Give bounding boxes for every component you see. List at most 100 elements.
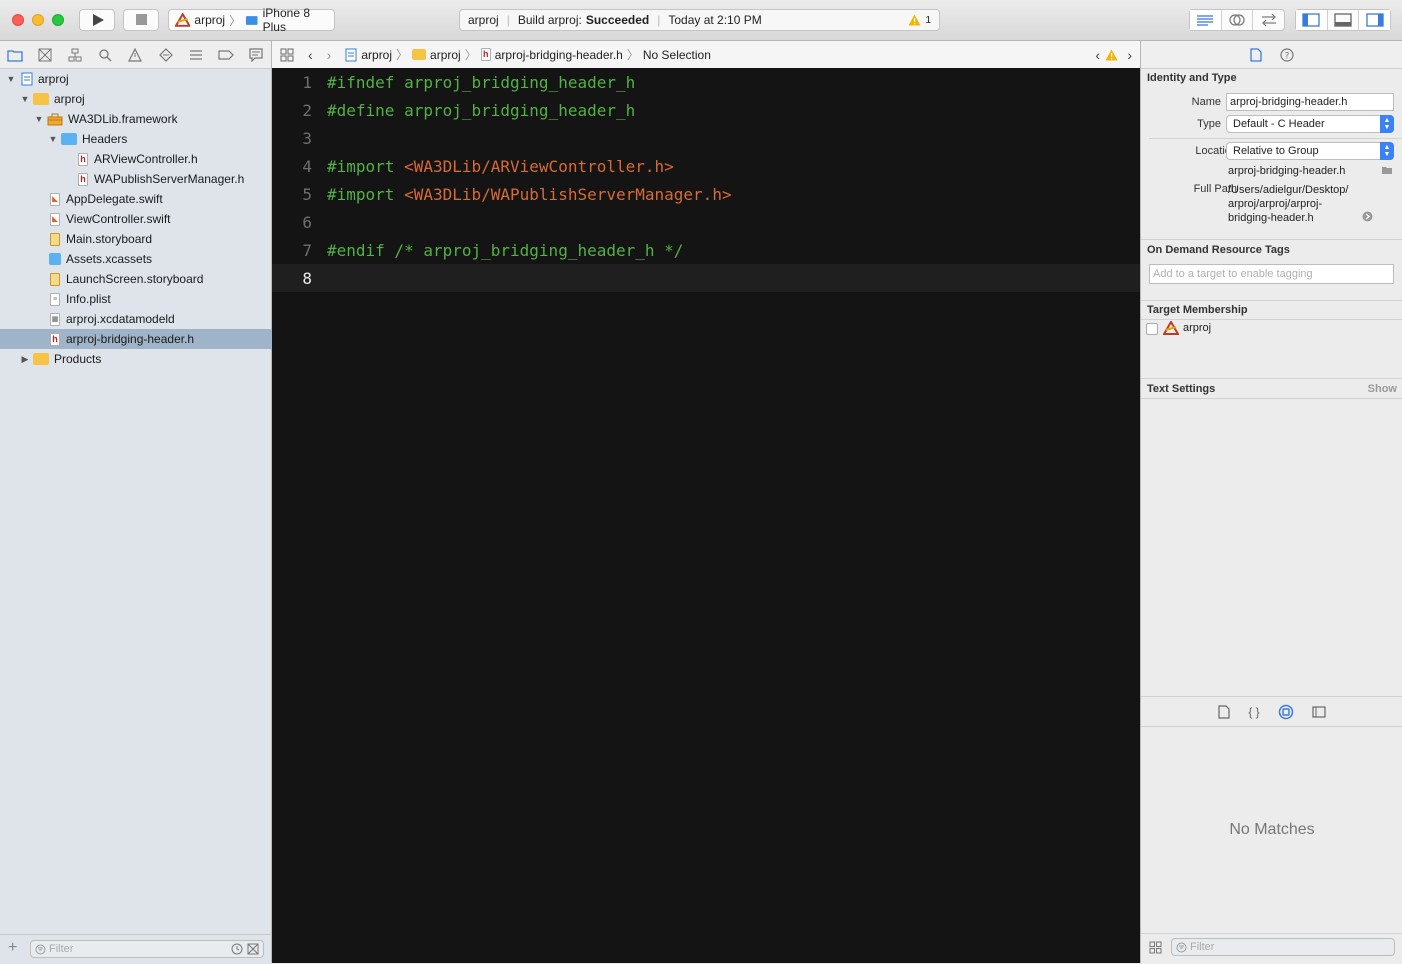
activity-build-status: Succeeded xyxy=(585,13,650,27)
code-line[interactable]: 7 #endif /* arproj_bridging_header_h */ xyxy=(272,236,1140,264)
target-arproj-checkbox[interactable] xyxy=(1146,323,1158,335)
tree-item-products[interactable]: ▶ Products xyxy=(0,349,291,369)
close-window-button[interactable] xyxy=(12,14,24,26)
standard-editor-button[interactable] xyxy=(1190,10,1222,30)
media-library-icon[interactable] xyxy=(1312,705,1326,718)
breadcrumb-file[interactable]: arproj-bridging-header.h xyxy=(495,48,623,62)
text-settings-show-button[interactable]: Show xyxy=(1368,383,1397,395)
next-issue-icon[interactable]: › xyxy=(1127,47,1132,63)
code-line[interactable]: 3 xyxy=(272,124,1140,152)
location-popup[interactable]: Relative to Group ▲ ▼ xyxy=(1226,142,1394,160)
version-editor-button[interactable] xyxy=(1253,10,1284,30)
line-number: 6 xyxy=(302,212,312,232)
scheme-selector[interactable]: arproj 〉 iPhone 8 Plus xyxy=(168,6,335,34)
help-circle-icon[interactable]: ? xyxy=(1280,47,1294,62)
related-items-grid-icon[interactable] xyxy=(280,48,294,62)
library-filter-input[interactable]: Filter xyxy=(1171,938,1395,956)
line-number: 2 xyxy=(302,100,312,120)
project-file-icon xyxy=(345,48,357,61)
folder-reveal-icon[interactable] xyxy=(1381,165,1393,175)
activity-project: arproj xyxy=(468,13,499,27)
issue-navigator-tab[interactable] xyxy=(126,46,144,64)
code-string: <WA3DLib/ARViewController.h> xyxy=(404,156,674,176)
symbol-navigator-tab[interactable] xyxy=(66,46,84,64)
storyboard-file-icon xyxy=(48,232,62,246)
type-value: Default - C Header xyxy=(1233,118,1325,130)
code-line[interactable]: 4 #import <WA3DLib/ARViewController.h> xyxy=(272,152,1140,180)
warning-icon[interactable] xyxy=(1105,49,1118,61)
minimize-window-button[interactable] xyxy=(32,14,44,26)
tree-item-group-arproj[interactable]: ▼ arproj xyxy=(0,89,291,109)
tree-item-project-root[interactable]: ▼ arproj xyxy=(0,69,277,89)
report-navigator-tab[interactable] xyxy=(247,46,265,64)
code-line[interactable]: 1 #ifndef arproj_bridging_header_h xyxy=(272,68,1140,96)
breakpoint-navigator-tab[interactable] xyxy=(217,46,235,64)
file-inspector-icon[interactable] xyxy=(1250,47,1262,62)
tree-item-label: ARViewController.h xyxy=(94,152,198,166)
test-navigator-tab[interactable] xyxy=(157,46,175,64)
grid-view-icon[interactable] xyxy=(1149,941,1162,954)
code-line[interactable]: 6 xyxy=(272,208,1140,236)
tree-item-label: WAPublishServerManager.h xyxy=(94,172,245,186)
folder-icon xyxy=(7,49,23,62)
search-icon xyxy=(99,48,112,61)
tree-item-label: Headers xyxy=(82,132,128,146)
toggle-navigator-button[interactable] xyxy=(1296,10,1328,30)
code-line[interactable]: 2 #define arproj_bridging_header_h xyxy=(272,96,1140,124)
forward-chevron-icon[interactable]: › xyxy=(327,47,332,63)
source-editor[interactable]: 1 #ifndef arproj_bridging_header_h 2 #defi… xyxy=(272,68,1140,963)
stop-button[interactable] xyxy=(123,9,159,31)
toggle-inspector-button[interactable] xyxy=(1359,10,1391,30)
activity-build-prefix: Build arproj: xyxy=(517,13,582,27)
source-control-navigator-tab[interactable] xyxy=(36,46,54,64)
breadcrumb-group[interactable]: arproj xyxy=(430,48,461,62)
disclosure-closed-icon[interactable]: ▶ xyxy=(20,354,30,365)
run-button[interactable] xyxy=(79,9,115,31)
name-field[interactable]: arproj-bridging-header.h xyxy=(1226,93,1394,111)
debug-navigator-tab[interactable] xyxy=(187,46,205,64)
object-library-icon[interactable] xyxy=(1278,704,1294,720)
code-keyword: #endif /* arproj_bridging_header_h */ xyxy=(327,240,684,260)
disclosure-open-icon[interactable]: ▼ xyxy=(20,94,30,104)
zoom-window-button[interactable] xyxy=(52,14,64,26)
breadcrumb-selection[interactable]: No Selection xyxy=(643,48,711,62)
header-file-icon: h xyxy=(76,152,90,166)
line-number: 7 xyxy=(302,240,312,260)
utilities-inspector: ? Identity and Type Name arproj-bridging… xyxy=(1140,41,1402,963)
add-file-icon[interactable]: + xyxy=(8,940,17,956)
disclosure-open-icon[interactable]: ▼ xyxy=(48,134,58,144)
tree-item-framework[interactable]: ▼ WA3DLib.framework xyxy=(0,109,305,129)
code-snippet-icon[interactable]: { } xyxy=(1248,705,1259,719)
assistant-editor-button[interactable] xyxy=(1222,10,1254,30)
sidebar-left-icon xyxy=(1302,13,1320,27)
type-popup[interactable]: Default - C Header ▲ ▼ xyxy=(1226,115,1394,133)
warning-indicator[interactable]: 1 xyxy=(908,14,931,26)
breadcrumb-project[interactable]: arproj xyxy=(361,48,392,62)
disclosure-open-icon[interactable]: ▼ xyxy=(6,74,16,84)
code-line[interactable]: 5 #import <WA3DLib/WAPublishServerManager… xyxy=(272,180,1140,208)
hierarchy-icon xyxy=(68,48,82,61)
find-navigator-tab[interactable] xyxy=(96,46,114,64)
toggle-debug-area-button[interactable] xyxy=(1328,10,1360,30)
project-navigator-tab[interactable] xyxy=(6,46,24,64)
breadcrumb: arproj 〉 arproj 〉 h arproj-bridging-head… xyxy=(345,46,711,63)
disclosure-open-icon[interactable]: ▼ xyxy=(34,114,44,124)
odr-tags-field[interactable]: Add to a target to enable tagging xyxy=(1149,264,1394,284)
source-control-filter-icon[interactable] xyxy=(247,943,259,955)
header-file-icon: h xyxy=(48,332,62,346)
location-value: Relative to Group xyxy=(1233,145,1319,157)
recent-files-clock-icon[interactable] xyxy=(231,943,243,955)
panel-toggle-control xyxy=(1295,9,1391,31)
target-arproj-label: arproj xyxy=(1183,322,1212,334)
code-line-current[interactable]: 8 xyxy=(272,264,1140,292)
previous-issue-icon[interactable]: ‹ xyxy=(1095,47,1100,63)
app-target-icon xyxy=(175,13,191,27)
line-number: 5 xyxy=(302,184,312,204)
back-chevron-icon[interactable]: ‹ xyxy=(308,47,313,63)
reveal-arrow-icon[interactable] xyxy=(1362,211,1373,222)
scheme-project: arproj xyxy=(194,13,226,27)
line-number: 8 xyxy=(302,268,312,288)
navigator-filter-input[interactable]: Filter xyxy=(30,940,264,958)
text-settings-title: Text Settings xyxy=(1147,383,1216,395)
file-template-icon[interactable] xyxy=(1218,704,1230,719)
